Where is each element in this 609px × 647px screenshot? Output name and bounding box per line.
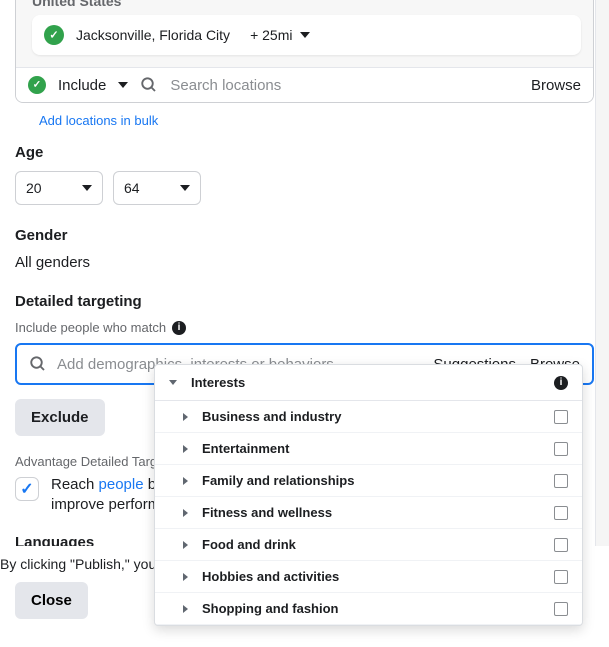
- people-link[interactable]: people: [99, 476, 144, 493]
- gender-value: All genders: [15, 254, 594, 271]
- location-search-row: Include Browse: [16, 67, 593, 102]
- age-max-select[interactable]: 64: [113, 171, 201, 205]
- dropdown-item[interactable]: Food and drink: [155, 529, 582, 561]
- dropdown-header[interactable]: Interests i: [155, 365, 582, 401]
- location-radius-select[interactable]: + 25mi: [250, 27, 310, 43]
- dropdown-item[interactable]: Family and relationships: [155, 465, 582, 497]
- chevron-right-icon: [183, 541, 188, 549]
- dropdown-item[interactable]: Shopping and fashion: [155, 593, 582, 625]
- chevron-down-icon: [169, 380, 177, 385]
- detailed-targeting-label: Detailed targeting: [15, 293, 594, 310]
- dropdown-item-checkbox[interactable]: [554, 570, 568, 584]
- dropdown-item-label: Fitness and wellness: [202, 505, 540, 520]
- include-check-icon: [28, 76, 46, 94]
- location-box: United States Jacksonville, Florida City…: [15, 0, 594, 103]
- dropdown-item-checkbox[interactable]: [554, 474, 568, 488]
- location-search-input[interactable]: [170, 77, 519, 94]
- dropdown-item-label: Family and relationships: [202, 473, 540, 488]
- add-locations-bulk-link[interactable]: Add locations in bulk: [15, 103, 158, 144]
- dropdown-item-checkbox[interactable]: [554, 538, 568, 552]
- dropdown-item-checkbox[interactable]: [554, 602, 568, 616]
- dropdown-item[interactable]: Fitness and wellness: [155, 497, 582, 529]
- location-pill[interactable]: Jacksonville, Florida City + 25mi: [32, 15, 581, 55]
- close-button[interactable]: Close: [15, 582, 88, 619]
- location-pin-check-icon: [44, 25, 64, 45]
- checkmark-icon: ✓: [20, 479, 33, 499]
- advantage-checkbox[interactable]: ✓: [15, 477, 39, 501]
- dropdown-title: Interests: [191, 375, 540, 390]
- include-dropdown-icon[interactable]: [118, 82, 128, 88]
- dropdown-item-label: Entertainment: [202, 441, 540, 456]
- info-icon[interactable]: i: [172, 321, 186, 335]
- exclude-button[interactable]: Exclude: [15, 399, 105, 436]
- dropdown-item[interactable]: Entertainment: [155, 433, 582, 465]
- dropdown-item-label: Hobbies and activities: [202, 569, 540, 584]
- dropdown-item-checkbox[interactable]: [554, 410, 568, 424]
- dropdown-item-label: Business and industry: [202, 409, 540, 424]
- dropdown-item-checkbox[interactable]: [554, 506, 568, 520]
- chevron-right-icon: [183, 573, 188, 581]
- location-city: Jacksonville, Florida City: [76, 27, 230, 43]
- chevron-down-icon: [180, 185, 190, 191]
- chevron-down-icon: [82, 185, 92, 191]
- chevron-right-icon: [183, 605, 188, 613]
- interests-dropdown: Interests i Business and industry Enterta…: [154, 364, 583, 626]
- chevron-right-icon: [183, 477, 188, 485]
- age-min-select[interactable]: 20: [15, 171, 103, 205]
- info-icon[interactable]: i: [554, 376, 568, 390]
- dropdown-item-label: Shopping and fashion: [202, 601, 540, 616]
- gender-label: Gender: [15, 227, 594, 244]
- location-browse-link[interactable]: Browse: [531, 77, 581, 94]
- dropdown-item[interactable]: Hobbies and activities: [155, 561, 582, 593]
- chevron-right-icon: [183, 445, 188, 453]
- targeting-sublabel: Include people who match i: [15, 320, 594, 335]
- include-label: Include: [58, 77, 106, 94]
- scrollbar-track[interactable]: [595, 0, 609, 556]
- age-label: Age: [15, 144, 594, 161]
- chevron-down-icon: [300, 32, 310, 38]
- search-icon: [29, 355, 47, 373]
- dropdown-item-checkbox[interactable]: [554, 442, 568, 456]
- dropdown-item[interactable]: Business and industry: [155, 401, 582, 433]
- dropdown-item-label: Food and drink: [202, 537, 540, 552]
- search-icon: [140, 76, 158, 94]
- location-country: United States: [16, 0, 593, 15]
- chevron-right-icon: [183, 413, 188, 421]
- chevron-right-icon: [183, 509, 188, 517]
